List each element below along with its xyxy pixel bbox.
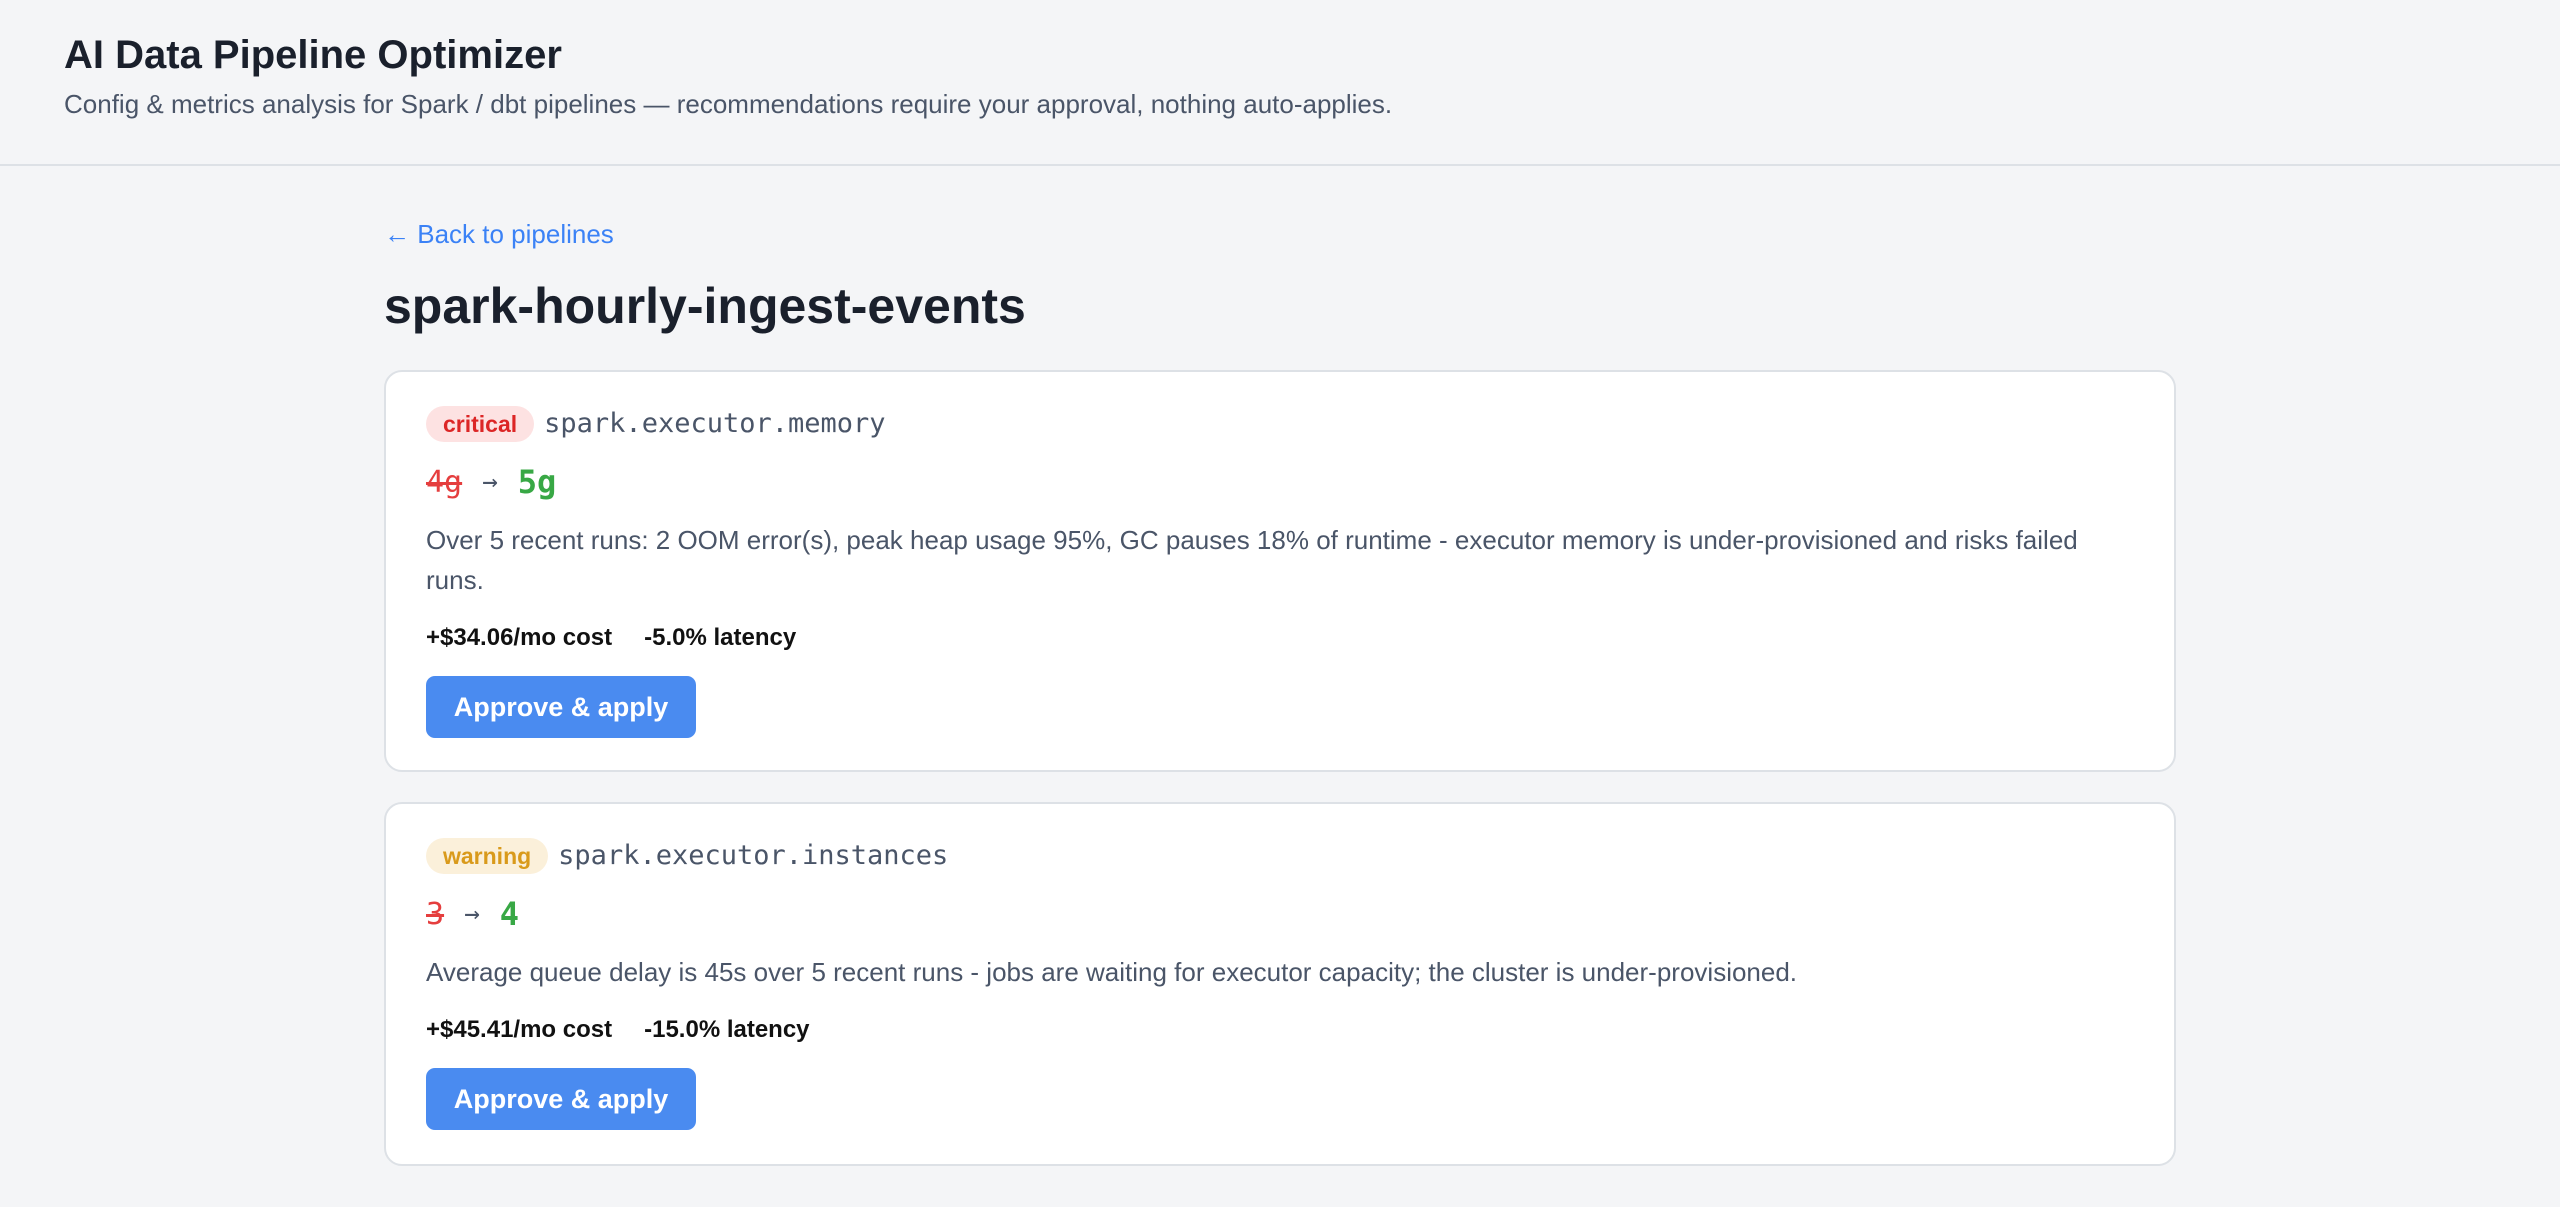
new-value: 4	[499, 895, 519, 933]
app-header: AI Data Pipeline Optimizer Config & metr…	[0, 0, 2560, 166]
back-to-pipelines-link[interactable]: ← Back to pipelines	[384, 216, 614, 252]
value-change: 3 → 4	[426, 894, 519, 934]
cost-impact: +$45.41/mo cost	[426, 1016, 613, 1043]
recommendation-header: warning spark.executor.instances	[426, 838, 948, 874]
recommendation-description: Average queue delay is 45s over 5 recent…	[426, 957, 1798, 987]
impact-summary: +$45.41/mo cost -15.0% latency	[426, 1016, 810, 1044]
new-value: 5g	[517, 463, 557, 501]
approve-apply-button[interactable]: Approve & apply	[426, 676, 696, 738]
impact-summary: +$34.06/mo cost -5.0% latency	[426, 624, 796, 652]
config-key: spark.executor.memory	[544, 408, 886, 439]
severity-badge: warning	[426, 838, 549, 874]
recommendation-description: Over 5 recent runs: 2 OOM error(s), peak…	[426, 525, 2078, 595]
pipeline-title: spark-hourly-ingest-events	[384, 278, 1026, 334]
old-value: 4g	[426, 464, 463, 500]
latency-impact: -5.0% latency	[644, 624, 797, 651]
old-value: 3	[426, 896, 445, 932]
value-change: 4g → 5g	[426, 462, 556, 502]
latency-impact: -15.0% latency	[644, 1016, 810, 1043]
app-title: AI Data Pipeline Optimizer	[64, 33, 562, 77]
approve-apply-button[interactable]: Approve & apply	[426, 1068, 696, 1130]
severity-badge: critical	[426, 406, 535, 442]
config-key: spark.executor.instances	[558, 840, 949, 871]
recommendation-header: critical spark.executor.memory	[426, 406, 886, 442]
arrow-right-icon: →	[482, 467, 498, 497]
app-subtitle: Config & metrics analysis for Spark / db…	[64, 89, 1393, 119]
arrow-right-icon: →	[464, 899, 480, 929]
recommendation-card: critical spark.executor.memory 4g → 5g O…	[384, 370, 2176, 772]
cost-impact: +$34.06/mo cost	[426, 624, 613, 651]
recommendation-card: warning spark.executor.instances 3 → 4 A…	[384, 802, 2176, 1166]
